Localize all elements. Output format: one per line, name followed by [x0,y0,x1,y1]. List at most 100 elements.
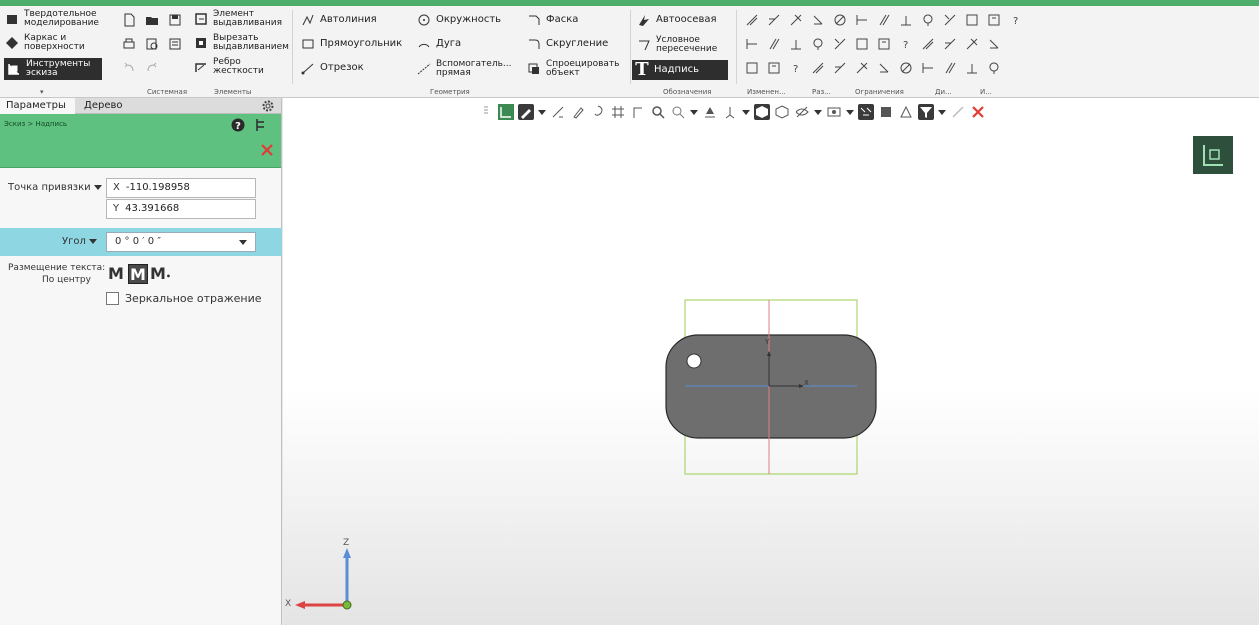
tab-parameters[interactable]: Параметры [0,98,75,114]
chevron-down-icon[interactable] [742,109,750,115]
constraint-tool-icon[interactable] [810,60,826,76]
chevron-down-icon[interactable] [938,109,946,115]
properties-icon[interactable] [167,36,183,52]
aux-line-button[interactable]: Вспомогатель... прямая [416,60,521,78]
anchor-x-field[interactable]: X -110.198958 [106,178,256,198]
wireframe-view-icon[interactable] [774,104,790,120]
constraint-tool-icon[interactable] [898,12,914,28]
constraint-tool-icon[interactable]: ? [788,60,804,76]
tab-tree[interactable]: Дерево [78,98,153,114]
constraint-tool-icon[interactable] [788,12,804,28]
constraint-tool-icon[interactable] [854,36,870,52]
constraint-tool-icon[interactable] [876,60,892,76]
angle-field[interactable]: 0 ° 0 ′ 0 ″ [106,232,256,252]
constraint-tool-icon[interactable] [744,36,760,52]
chevron-down-icon[interactable] [814,109,822,115]
layers-icon[interactable] [878,104,894,120]
rotate-icon[interactable] [702,104,718,120]
constraint-tool-icon[interactable] [810,36,826,52]
constraint-tool-icon[interactable] [744,12,760,28]
mode-sketch-tools[interactable]: Инструменты эскиза [4,58,102,80]
confirm-icon[interactable] [950,104,966,120]
constraint-tool-icon[interactable] [744,60,760,76]
align-left-button[interactable]: M [106,264,126,284]
constraint-tool-icon[interactable] [964,60,980,76]
constraint-tool-icon[interactable] [854,60,870,76]
constraint-tool-icon[interactable] [964,36,980,52]
constraint-tool-icon[interactable] [942,12,958,28]
zoom-window-icon[interactable] [670,104,686,120]
constraint-tool-icon[interactable] [832,60,848,76]
new-file-icon[interactable] [121,12,137,28]
mode-wireframe[interactable]: Каркас и поверхности [4,34,104,52]
zoom-icon[interactable] [650,104,666,120]
anchor-point-label[interactable]: Точка привязки [8,182,102,193]
sketch-canvas[interactable]: Y X Z X [283,98,1259,625]
filter-objects-icon[interactable] [858,104,874,120]
help-icon[interactable]: ? [231,118,245,132]
constraint-tool-icon[interactable] [920,60,936,76]
project-object-button[interactable]: Спроецировать объект [526,60,626,78]
grid-icon[interactable] [610,104,626,120]
constraint-tool-icon[interactable] [942,60,958,76]
circle-button[interactable]: Окружность [416,12,501,28]
mode-solid-modeling[interactable]: Твердотельное моделирование [4,10,104,28]
text-label-button[interactable]: T Надпись [632,60,728,80]
open-folder-icon[interactable] [144,12,160,28]
constraint-tool-icon[interactable] [876,36,892,52]
constraint-tool-icon[interactable] [766,12,782,28]
close-icon[interactable] [259,142,275,158]
cancel-icon[interactable] [970,104,986,120]
style-icon[interactable] [898,104,914,120]
lasso-icon[interactable] [590,104,606,120]
sketch-mode-indicator-icon[interactable] [1193,136,1233,174]
magnet-icon[interactable] [570,104,586,120]
conditional-intersection-button[interactable]: Условное пересечение [636,36,728,54]
hide-icon[interactable] [794,104,810,120]
constraint-tool-icon[interactable]: ? [1008,12,1024,28]
constraint-tool-icon[interactable] [876,12,892,28]
constraint-tool-icon[interactable] [920,12,936,28]
pencil-icon[interactable] [518,104,534,120]
gear-icon[interactable] [261,99,275,113]
rib-button[interactable]: Ребро жесткости [193,58,273,76]
display-mode-icon[interactable] [754,104,770,120]
constraint-tool-icon[interactable] [920,36,936,52]
arc-button[interactable]: Дуга [416,36,461,52]
undo-icon[interactable] [121,60,137,76]
align-center-button[interactable]: M [128,264,148,284]
chevron-down-icon[interactable] [538,109,546,115]
filter-icon[interactable] [918,104,934,120]
corner-icon[interactable] [630,104,646,120]
constraint-tool-icon[interactable] [788,36,804,52]
mirror-checkbox[interactable] [106,292,119,305]
cut-extrude-button[interactable]: Вырезать выдавливанием [193,34,303,52]
constraint-tool-icon[interactable] [986,36,1002,52]
constraint-tool-icon[interactable] [832,12,848,28]
constraint-tool-icon[interactable] [766,36,782,52]
collapse-chevron-icon[interactable]: ▾ [40,88,44,96]
chevron-down-icon[interactable] [239,240,247,245]
rectangle-button[interactable]: Прямоугольник [300,36,402,52]
constraint-tool-icon[interactable] [854,12,870,28]
segment-button[interactable]: Отрезок [300,60,364,76]
chevron-down-icon[interactable] [846,109,854,115]
align-right-button[interactable]: M• [150,264,171,284]
constraint-tool-icon[interactable]: ? [898,36,914,52]
constraint-tool-icon[interactable] [964,12,980,28]
constraint-tool-icon[interactable] [986,60,1002,76]
constraint-tool-icon[interactable] [810,12,826,28]
tree-view-icon[interactable] [254,118,268,132]
fillet-button[interactable]: Скругление [526,36,608,52]
constraint-tool-icon[interactable] [986,12,1002,28]
chevron-down-icon[interactable] [690,109,698,115]
sketch-icon[interactable] [498,104,514,120]
orientation-icon[interactable] [722,104,738,120]
print-icon[interactable] [121,36,137,52]
constraint-tool-icon[interactable] [898,60,914,76]
autoline-button[interactable]: Автолиния [300,12,377,28]
anchor-y-field[interactable]: Y 43.391668 [106,199,256,219]
constraint-tool-icon[interactable] [942,36,958,52]
save-icon[interactable] [167,12,183,28]
redo-icon[interactable] [144,60,160,76]
